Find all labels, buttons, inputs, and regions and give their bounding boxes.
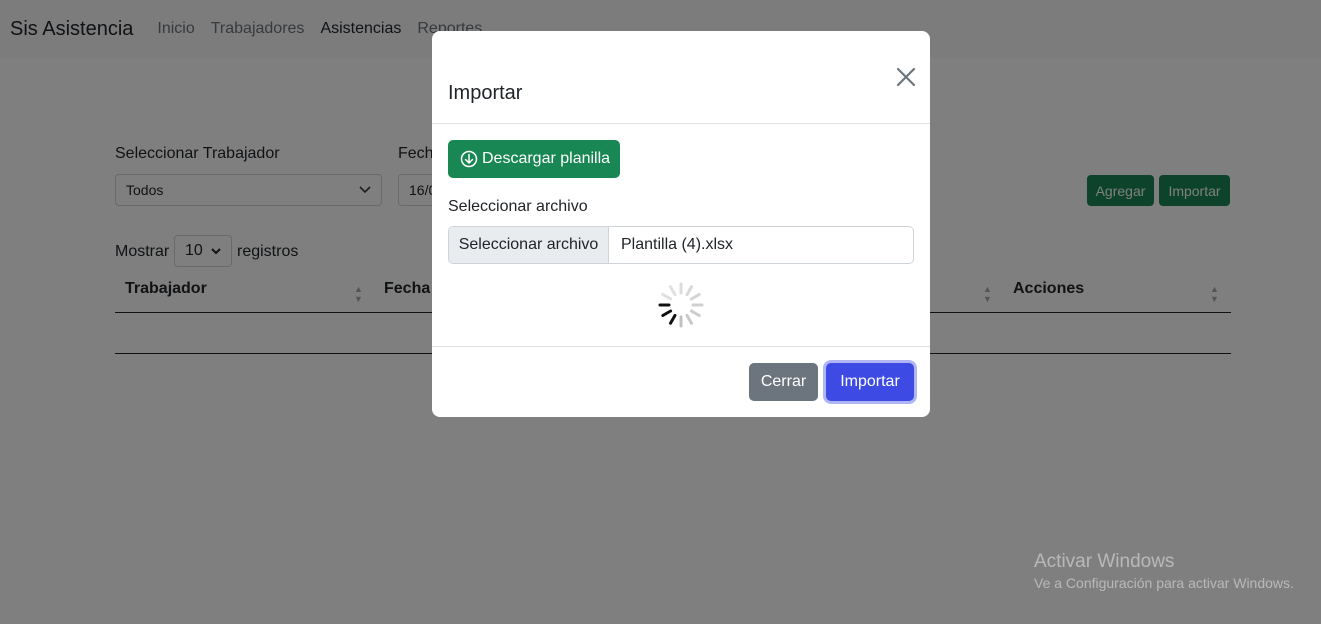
close-icon[interactable]	[894, 65, 918, 89]
selected-file-name: Plantilla (4).xlsx	[621, 236, 734, 253]
download-template-button[interactable]: Descargar planilla	[448, 140, 620, 178]
activation-watermark-subtitle: Ve a Configuración para activar Windows.	[1034, 575, 1294, 591]
close-button[interactable]: Cerrar	[749, 363, 818, 401]
download-template-label: Descargar planilla	[482, 150, 611, 167]
download-circle-icon	[460, 150, 478, 168]
file-input[interactable]: Seleccionar archivo Plantilla (4).xlsx	[448, 226, 914, 264]
choose-file-button[interactable]: Seleccionar archivo	[449, 227, 609, 263]
modal-title: Importar	[448, 82, 523, 104]
modal-header: Importar	[432, 31, 930, 124]
file-field-label: Seleccionar archivo	[448, 198, 588, 215]
import-modal: Importar Descargar planilla Seleccionar …	[432, 31, 930, 417]
activation-watermark-title: Activar Windows	[1034, 551, 1175, 572]
loading-spinner-icon	[658, 282, 704, 328]
submit-import-button[interactable]: Importar	[826, 363, 914, 401]
